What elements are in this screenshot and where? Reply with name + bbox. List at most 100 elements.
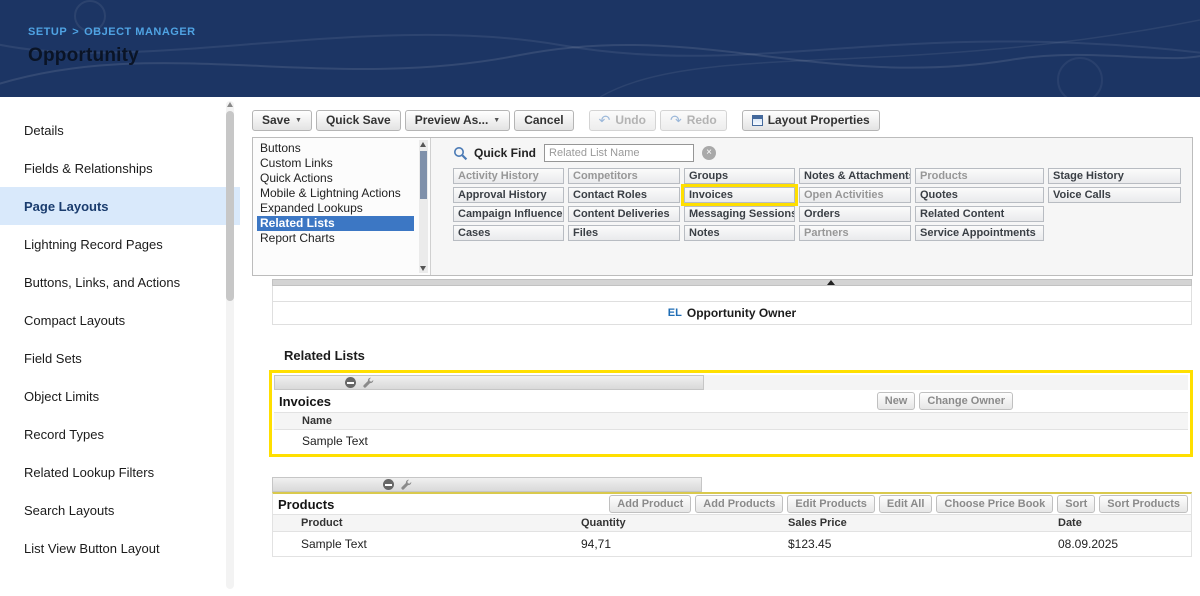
save-button[interactable]: Save ▼ [252, 110, 312, 131]
layout-properties-button[interactable]: Layout Properties [742, 110, 880, 131]
products-button-add-products[interactable]: Add Products [695, 495, 783, 513]
sidebar-item-compact-layouts[interactable]: Compact Layouts [0, 301, 240, 339]
palette-category-related-lists[interactable]: Related Lists [257, 216, 414, 231]
sidebar-item-search-layouts[interactable]: Search Layouts [0, 491, 240, 529]
sidebar-item-fields-relationships[interactable]: Fields & Relationships [0, 149, 240, 187]
remove-related-list-icon[interactable] [383, 479, 394, 490]
palette-category-quick-actions[interactable]: Quick Actions [257, 171, 414, 186]
palette-tile-invoices[interactable]: Invoices [684, 187, 795, 203]
collapse-arrow-icon[interactable] [827, 280, 835, 285]
palette-tile-quotes[interactable]: Quotes [915, 187, 1044, 203]
invoices-related-list[interactable]: Invoices NewChange Owner Name Sample Tex… [269, 370, 1193, 457]
layout-properties-icon [752, 115, 763, 126]
products-button-choose-price-book[interactable]: Choose Price Book [936, 495, 1053, 513]
palette-tile-approval-history[interactable]: Approval History [453, 187, 564, 203]
editor-toolbar: Save ▼ Quick Save Preview As... ▼ Cancel… [252, 108, 1193, 132]
breadcrumb: SETUP>OBJECT MANAGER [28, 26, 1200, 38]
sidebar-item-related-lookup-filters[interactable]: Related Lookup Filters [0, 453, 240, 491]
products-sample-row: Sample Text94,71$123.4508.09.2025 [273, 532, 1191, 556]
palette-category-buttons[interactable]: Buttons [257, 141, 414, 156]
column-header-date: Date [1058, 517, 1191, 529]
products-button-add-product[interactable]: Add Product [609, 495, 691, 513]
products-drag-strip[interactable] [272, 477, 1192, 492]
sidebar-item-field-sets[interactable]: Field Sets [0, 339, 240, 377]
sidebar-item-object-limits[interactable]: Object Limits [0, 377, 240, 415]
sidebar-item-lightning-record-pages[interactable]: Lightning Record Pages [0, 225, 240, 263]
palette-category-scrollbar[interactable] [419, 140, 428, 273]
palette-tile-stage-history[interactable]: Stage History [1048, 168, 1181, 184]
palette-category-report-charts[interactable]: Report Charts [257, 231, 414, 246]
palette-tile-content-deliveries[interactable]: Content Deliveries [568, 206, 680, 222]
products-button-sort-products[interactable]: Sort Products [1099, 495, 1188, 513]
palette-tile-competitors[interactable]: Competitors [568, 168, 680, 184]
sidebar-item-buttons-links-and-actions[interactable]: Buttons, Links, and Actions [0, 263, 240, 301]
field-section: EL Opportunity Owner [272, 286, 1192, 325]
palette-tile-messaging-sessions[interactable]: Messaging Sessions [684, 206, 795, 222]
palette-tile-notes[interactable]: Notes [684, 225, 795, 241]
palette-tile-row: Approval HistoryContact RolesInvoicesOpe… [453, 187, 1188, 203]
invoices-title: Invoices [274, 394, 331, 409]
chevron-down-icon: ▼ [295, 117, 302, 124]
products-title: Products [273, 497, 334, 512]
sidebar-item-page-layouts[interactable]: Page Layouts [0, 187, 240, 225]
section-collapse-strip[interactable] [272, 279, 1192, 286]
cancel-button[interactable]: Cancel [514, 110, 573, 131]
opportunity-owner-field[interactable]: EL Opportunity Owner [273, 301, 1191, 324]
wrench-icon[interactable] [362, 377, 374, 389]
palette-category-expanded-lookups[interactable]: Expanded Lookups [257, 201, 414, 216]
sidebar-scrollbar-thumb[interactable] [226, 111, 234, 301]
palette-tile-partners[interactable]: Partners [799, 225, 911, 241]
palette-tile-files[interactable]: Files [568, 225, 680, 241]
related-lists-heading: Related Lists [284, 348, 1193, 363]
sidebar-item-record-types[interactable]: Record Types [0, 415, 240, 453]
layout-properties-label: Layout Properties [768, 113, 870, 127]
products-button-edit-products[interactable]: Edit Products [787, 495, 875, 513]
palette-category-custom-links[interactable]: Custom Links [257, 156, 414, 171]
quick-save-button[interactable]: Quick Save [316, 110, 401, 131]
palette-tile-groups[interactable]: Groups [684, 168, 795, 184]
palette-tile-notes-attachments[interactable]: Notes & Attachments [799, 168, 911, 184]
palette-tile-products[interactable]: Products [915, 168, 1044, 184]
sidebar: DetailsFields & RelationshipsPage Layout… [0, 97, 240, 596]
palette-category-mobile-lightning-actions[interactable]: Mobile & Lightning Actions [257, 186, 414, 201]
invoices-button-change-owner[interactable]: Change Owner [919, 392, 1013, 410]
invoices-drag-strip[interactable] [274, 375, 1188, 390]
palette-tile-open-activities[interactable]: Open Activities [799, 187, 911, 203]
scroll-up-icon[interactable] [227, 102, 233, 107]
invoices-button-new[interactable]: New [877, 392, 916, 410]
palette-tile-related-content[interactable]: Related Content [915, 206, 1044, 222]
layout-canvas: EL Opportunity Owner Related Lists Invo [252, 279, 1193, 557]
remove-related-list-icon[interactable] [345, 377, 356, 388]
products-related-list[interactable]: Products Add ProductAdd ProductsEdit Pro… [272, 477, 1192, 557]
palette-tile-voice-calls[interactable]: Voice Calls [1048, 187, 1181, 203]
undo-label: Undo [615, 113, 646, 127]
palette: ButtonsCustom LinksQuick ActionsMobile &… [252, 137, 1193, 276]
quick-find-input[interactable] [544, 144, 694, 162]
palette-tile-activity-history[interactable]: Activity History [453, 168, 564, 184]
wrench-icon[interactable] [400, 479, 412, 491]
scroll-up-icon[interactable] [420, 142, 426, 147]
palette-tile-cases[interactable]: Cases [453, 225, 564, 241]
save-label: Save [262, 113, 290, 127]
undo-button[interactable]: ↶ Undo [589, 110, 656, 131]
breadcrumb-setup-link[interactable]: SETUP [28, 26, 67, 38]
palette-tile-campaign-influence[interactable]: Campaign Influence [453, 206, 564, 222]
sidebar-item-list-view-button-layout[interactable]: List View Button Layout [0, 529, 240, 567]
invoices-sample-row: Sample Text [274, 430, 1188, 452]
products-button-sort[interactable]: Sort [1057, 495, 1095, 513]
palette-tile-contact-roles[interactable]: Contact Roles [568, 187, 680, 203]
palette-tile-service-appointments[interactable]: Service Appointments [915, 225, 1044, 241]
palette-categories: ButtonsCustom LinksQuick ActionsMobile &… [253, 138, 431, 275]
breadcrumb-object-manager-link[interactable]: OBJECT MANAGER [84, 26, 196, 38]
palette-scrollbar-thumb[interactable] [420, 151, 427, 199]
clear-search-icon[interactable]: × [702, 146, 716, 160]
products-button-edit-all[interactable]: Edit All [879, 495, 932, 513]
cell: $123.45 [788, 537, 1058, 551]
preview-as-button[interactable]: Preview As... ▼ [405, 110, 511, 131]
palette-tile-orders[interactable]: Orders [799, 206, 911, 222]
sidebar-scrollbar[interactable] [226, 101, 234, 589]
scroll-down-icon[interactable] [420, 266, 426, 271]
sidebar-item-details[interactable]: Details [0, 111, 240, 149]
redo-button[interactable]: ↷ Redo [660, 110, 727, 131]
page-layout-editor: Save ▼ Quick Save Preview As... ▼ Cancel… [240, 97, 1200, 596]
